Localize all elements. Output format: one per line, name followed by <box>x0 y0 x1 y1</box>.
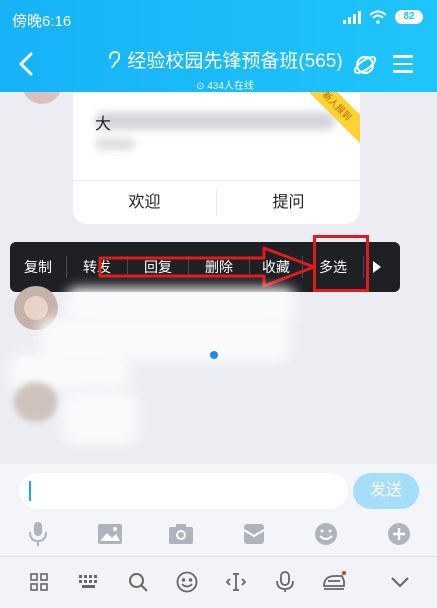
reply-menu-item[interactable]: 回复 <box>128 242 188 292</box>
text-cursor-icon[interactable] <box>224 570 248 594</box>
keyboard-toolbar <box>0 556 437 608</box>
avatar[interactable] <box>14 382 58 422</box>
image-icon[interactable] <box>96 520 124 548</box>
emoji-icon[interactable] <box>312 520 340 548</box>
title-bar: 傍晚6:16 82 经验校园先锋预备班(565) ⊙ 434人在线 <box>0 0 437 92</box>
menu-icon[interactable] <box>393 55 413 73</box>
favorite-menu-item[interactable]: 收藏 <box>250 242 302 292</box>
wifi-icon <box>369 10 387 24</box>
chevron-down-icon[interactable] <box>388 570 412 594</box>
page-title: 经验校园先锋预备班(565) <box>107 46 343 73</box>
divider <box>73 180 360 181</box>
message-context-menu: 复制 转发 回复 删除 收藏 多选 <box>10 242 400 292</box>
more-arrow-icon[interactable] <box>364 242 390 292</box>
keyboard-icon[interactable] <box>77 570 101 594</box>
card-text: 大 <box>95 116 112 133</box>
group-name: 经验校园先锋预备班(565) <box>127 51 343 72</box>
avatar[interactable] <box>22 92 62 104</box>
status-dot <box>210 351 218 359</box>
emoji-icon[interactable] <box>175 570 199 594</box>
camera-icon[interactable] <box>167 520 195 548</box>
microphone-icon[interactable] <box>24 520 52 548</box>
voice-icon[interactable] <box>273 570 297 594</box>
message-input[interactable] <box>19 473 348 509</box>
delete-menu-item[interactable]: 删除 <box>189 242 249 292</box>
apps-grid-icon[interactable] <box>27 570 51 594</box>
copy-menu-item[interactable]: 复制 <box>10 242 66 292</box>
new-member-card: 大 新人报到 欢迎 提问 <box>73 92 360 224</box>
status-bar: 傍晚6:16 82 <box>0 0 437 36</box>
blurred-text <box>95 112 335 130</box>
ask-button[interactable]: 提问 <box>217 190 360 216</box>
plus-icon[interactable] <box>385 520 413 548</box>
signal-icon <box>343 10 361 24</box>
text-caret <box>29 481 31 501</box>
blurred-text <box>95 138 135 150</box>
keyboard-skin-icon[interactable] <box>322 570 346 594</box>
red-packet-icon[interactable] <box>240 520 268 548</box>
forward-menu-item[interactable]: 转发 <box>67 242 127 292</box>
search-icon[interactable] <box>126 570 150 594</box>
chat-title-area[interactable]: 经验校园先锋预备班(565) ⊙ 434人在线 <box>100 46 350 92</box>
chat-area[interactable]: 大 新人报到 欢迎 提问 复制 转发 回复 删除 收藏 多选 <box>0 92 437 464</box>
blurred-message <box>62 392 138 444</box>
status-icons: 82 <box>343 10 423 24</box>
send-button[interactable]: 发送 <box>353 473 419 509</box>
multi-select-menu-item[interactable]: 多选 <box>303 242 363 292</box>
input-bar: 发送 <box>0 464 437 556</box>
welcome-button[interactable]: 欢迎 <box>73 190 216 216</box>
input-toolbar <box>0 518 437 552</box>
online-count: ⊙ 434人在线 <box>196 80 254 92</box>
planet-icon[interactable] <box>352 52 378 78</box>
status-time: 傍晚6:16 <box>12 13 72 30</box>
back-arrow-icon[interactable] <box>16 52 36 76</box>
online-icon: ⊙ <box>196 80 205 92</box>
ear-icon <box>109 50 121 68</box>
battery-icon: 82 <box>395 10 423 24</box>
